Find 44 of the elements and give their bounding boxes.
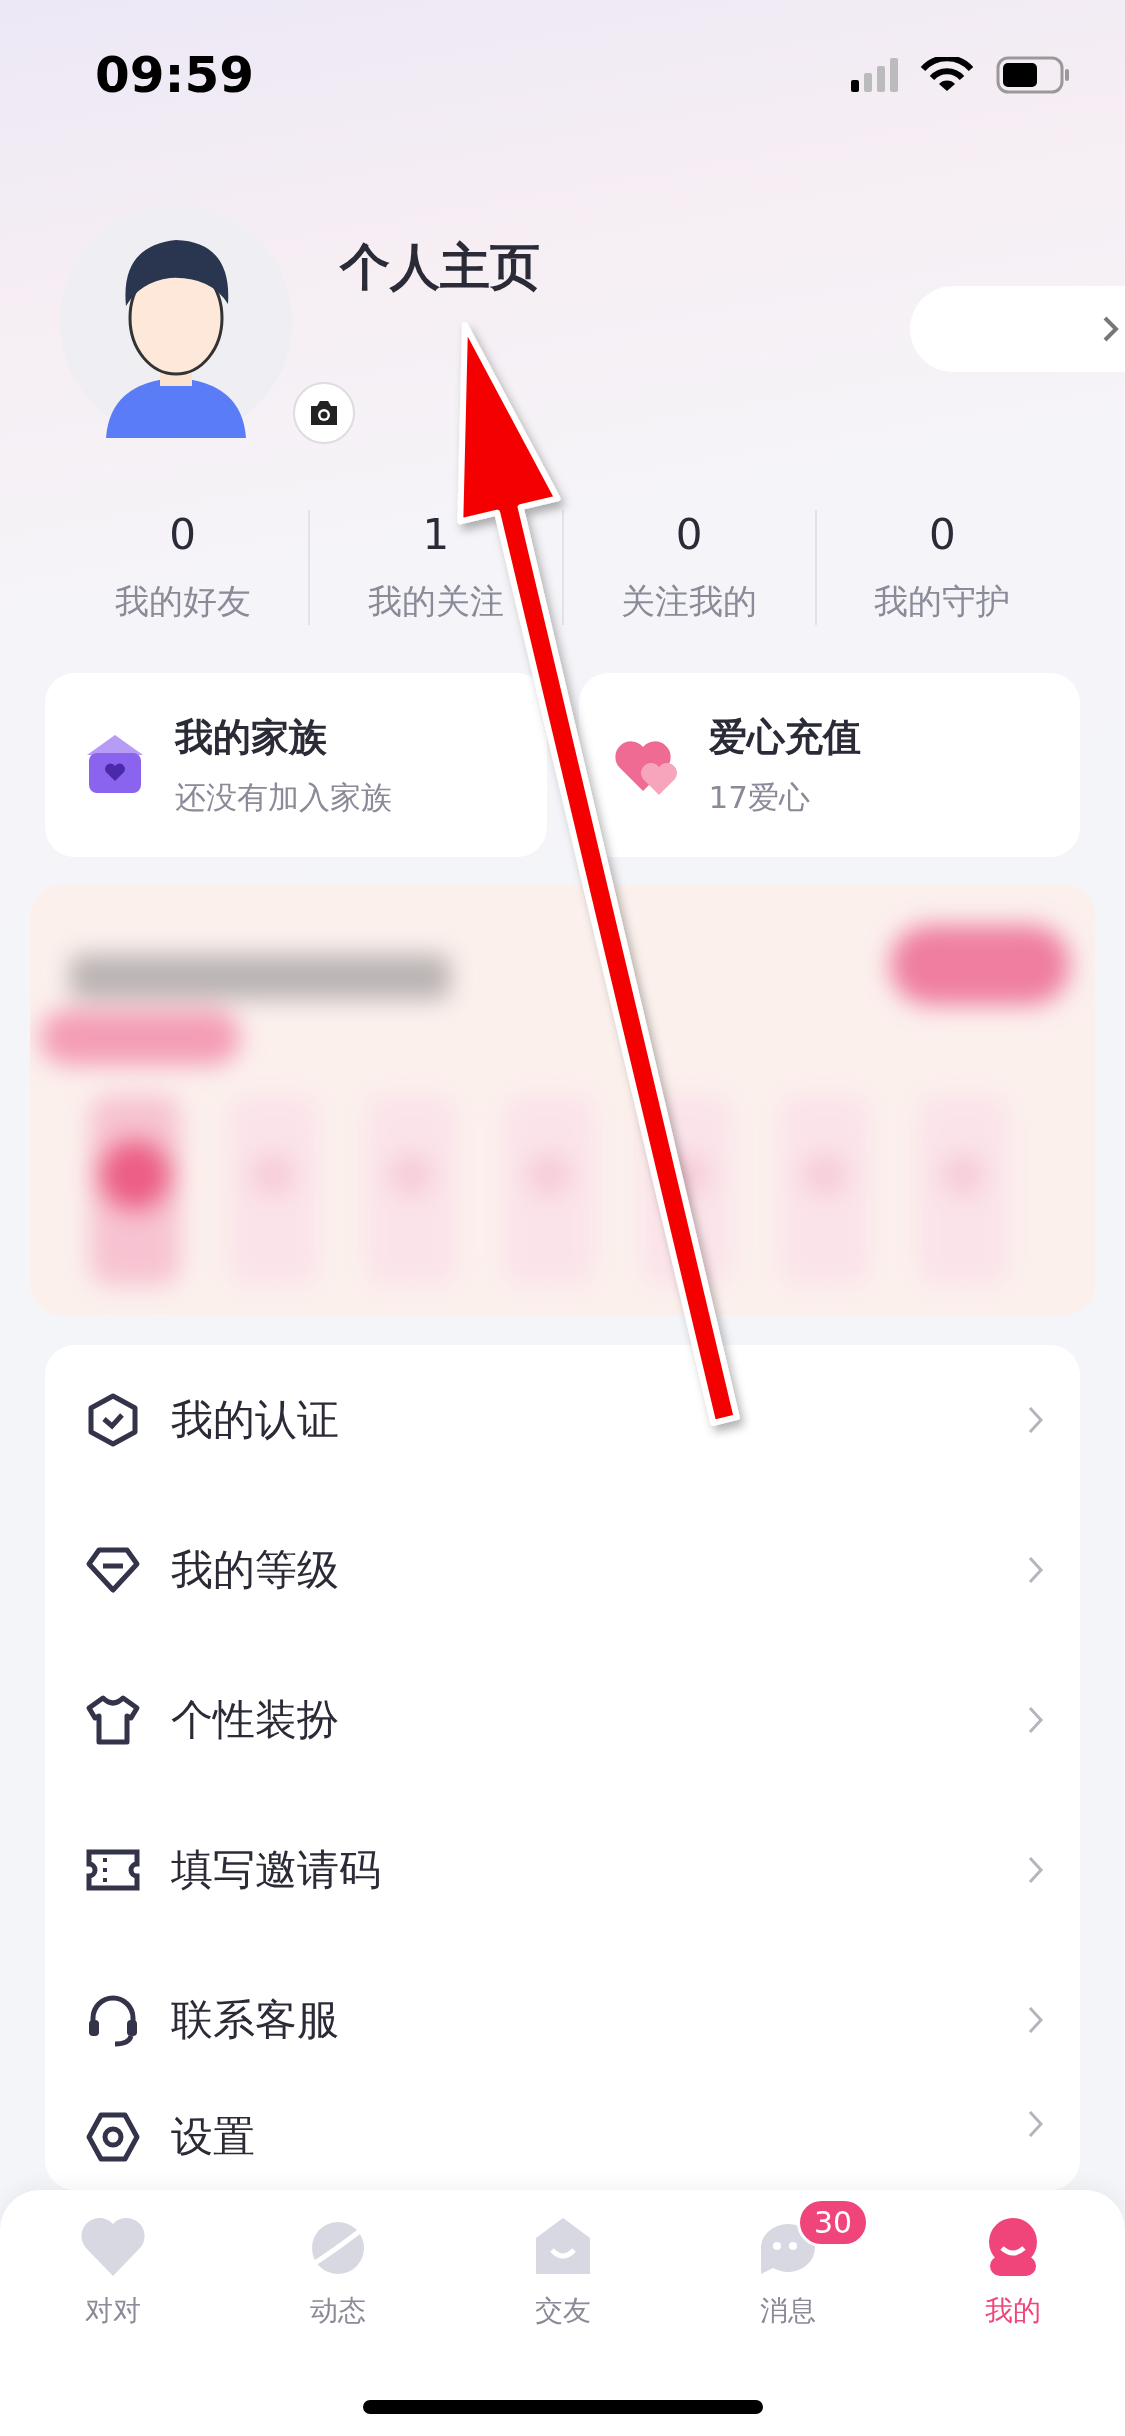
clock-time: 09:59: [95, 46, 255, 104]
shortcut-card[interactable]: 我的家族 还没有加入家族: [45, 673, 547, 857]
menu-label: 我的等级: [171, 1544, 340, 1596]
menu-label: 我的认证: [171, 1394, 340, 1446]
tab-item[interactable]: 消息 30: [675, 2198, 900, 2348]
menu-label: 联系客服: [171, 1994, 340, 2046]
menu-item[interactable]: 我的等级: [45, 1495, 1080, 1645]
tab-item[interactable]: 动态: [225, 2198, 450, 2348]
stat-label[interactable]: 关注我的: [621, 579, 758, 625]
menu-item[interactable]: 联系客服: [45, 1945, 1080, 2095]
shirt-icon: [85, 1692, 141, 1748]
chevron-icon: [1027, 2109, 1044, 2139]
menu-label: 设置: [171, 2111, 256, 2163]
profile-title: 个人主页: [340, 237, 540, 294]
chevron-icon: [1027, 2005, 1044, 2035]
menu-label: 填写邀请码: [171, 1844, 382, 1896]
wifi-icon: [920, 57, 974, 93]
tab-item[interactable]: 对对: [0, 2198, 225, 2348]
signal-icon: [851, 58, 898, 92]
chevron-icon: [1027, 1555, 1044, 1585]
stat-label[interactable]: 我的关注: [367, 579, 504, 625]
tab-item[interactable]: 交友: [450, 2198, 675, 2348]
menu-label: 个性装扮: [171, 1694, 340, 1746]
stat-count: 0: [929, 510, 956, 559]
chevron-icon: [1102, 315, 1119, 343]
menu-item[interactable]: 填写邀请码: [45, 1795, 1080, 1945]
menu-item[interactable]: 个性装扮: [45, 1645, 1080, 1795]
chevron-icon: [1027, 1705, 1044, 1735]
stat-label[interactable]: 我的好友: [114, 579, 251, 625]
card-subtitle: 还没有加入家族: [175, 777, 392, 817]
stat-count: 1: [422, 510, 450, 559]
card-title: 爱心充值: [708, 713, 861, 761]
stat-count: 0: [675, 510, 703, 559]
battery-icon: [996, 56, 1070, 94]
chevron-icon: [1027, 1855, 1044, 1885]
chevron-icon: [1027, 1405, 1044, 1435]
stat-count: 0: [169, 510, 196, 559]
menu-item[interactable]: 我的认证: [45, 1345, 1080, 1495]
tab-item[interactable]: 我的: [900, 2198, 1125, 2348]
card-title: 我的家族: [175, 713, 328, 761]
stat-label[interactable]: 我的守护: [874, 579, 1011, 625]
shortcut-card[interactable]: 爱心充值 17爱心: [578, 673, 1080, 857]
menu-item[interactable]: 设置: [45, 2095, 1080, 2190]
card-subtitle: 17爱心: [708, 777, 811, 817]
